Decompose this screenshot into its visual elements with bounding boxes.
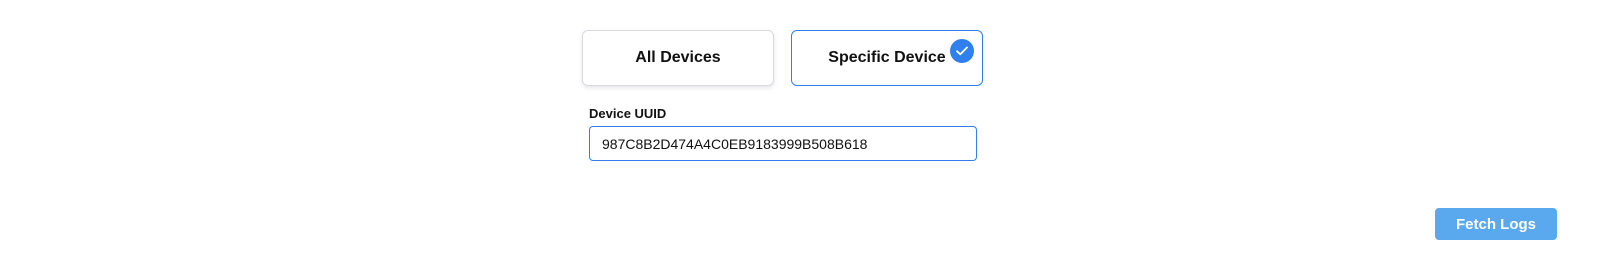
all-devices-label: All Devices: [635, 49, 721, 66]
log-fetch-panel: All Devices Specific Device Device UUID …: [0, 0, 1618, 266]
device-uuid-label: Device UUID: [589, 106, 667, 121]
specific-device-option[interactable]: Specific Device: [791, 30, 983, 86]
fetch-logs-button[interactable]: Fetch Logs: [1435, 208, 1557, 240]
specific-device-label: Specific Device: [828, 49, 946, 66]
checkmark-icon: [950, 39, 974, 63]
device-uuid-input[interactable]: [589, 126, 977, 161]
all-devices-option[interactable]: All Devices: [582, 30, 774, 86]
